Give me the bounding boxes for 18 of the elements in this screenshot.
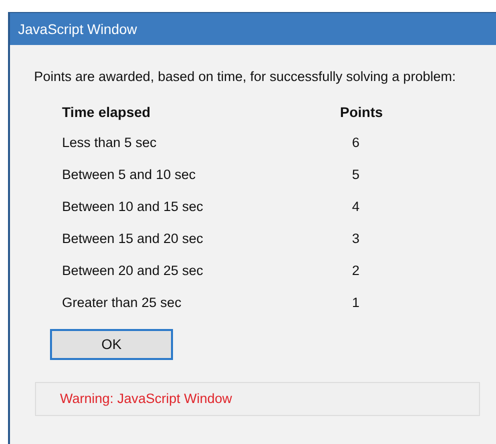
intro-text: Points are awarded, based on time, for successfully solving a problem:	[34, 68, 457, 86]
table-cell-text: 2	[352, 262, 360, 280]
table-cell-text: Between 10 and 15 sec	[62, 198, 204, 216]
table-cell-text: Between 15 and 20 sec	[62, 230, 204, 248]
table-cell-text: Between 5 and 10 sec	[62, 166, 197, 184]
ok-button[interactable]: OK	[50, 329, 173, 360]
warning-text: Warning: JavaScript Window	[60, 390, 232, 408]
table-cell-text: Less than 5 sec	[62, 134, 158, 152]
column-header: Time elapsed	[62, 102, 152, 122]
table-cell-text: 1	[352, 294, 360, 312]
table-cell-text: Greater than 25 sec	[62, 294, 182, 312]
column-header: Points	[340, 102, 383, 122]
table-cell-text: 6	[352, 134, 360, 152]
table-cell-text: 5	[352, 166, 360, 184]
window-title: JavaScript Window	[18, 20, 138, 39]
table-cell-text: 3	[352, 230, 360, 248]
table-cell-text: 4	[352, 198, 360, 216]
table-cell-text: Between 20 and 25 sec	[62, 262, 204, 280]
